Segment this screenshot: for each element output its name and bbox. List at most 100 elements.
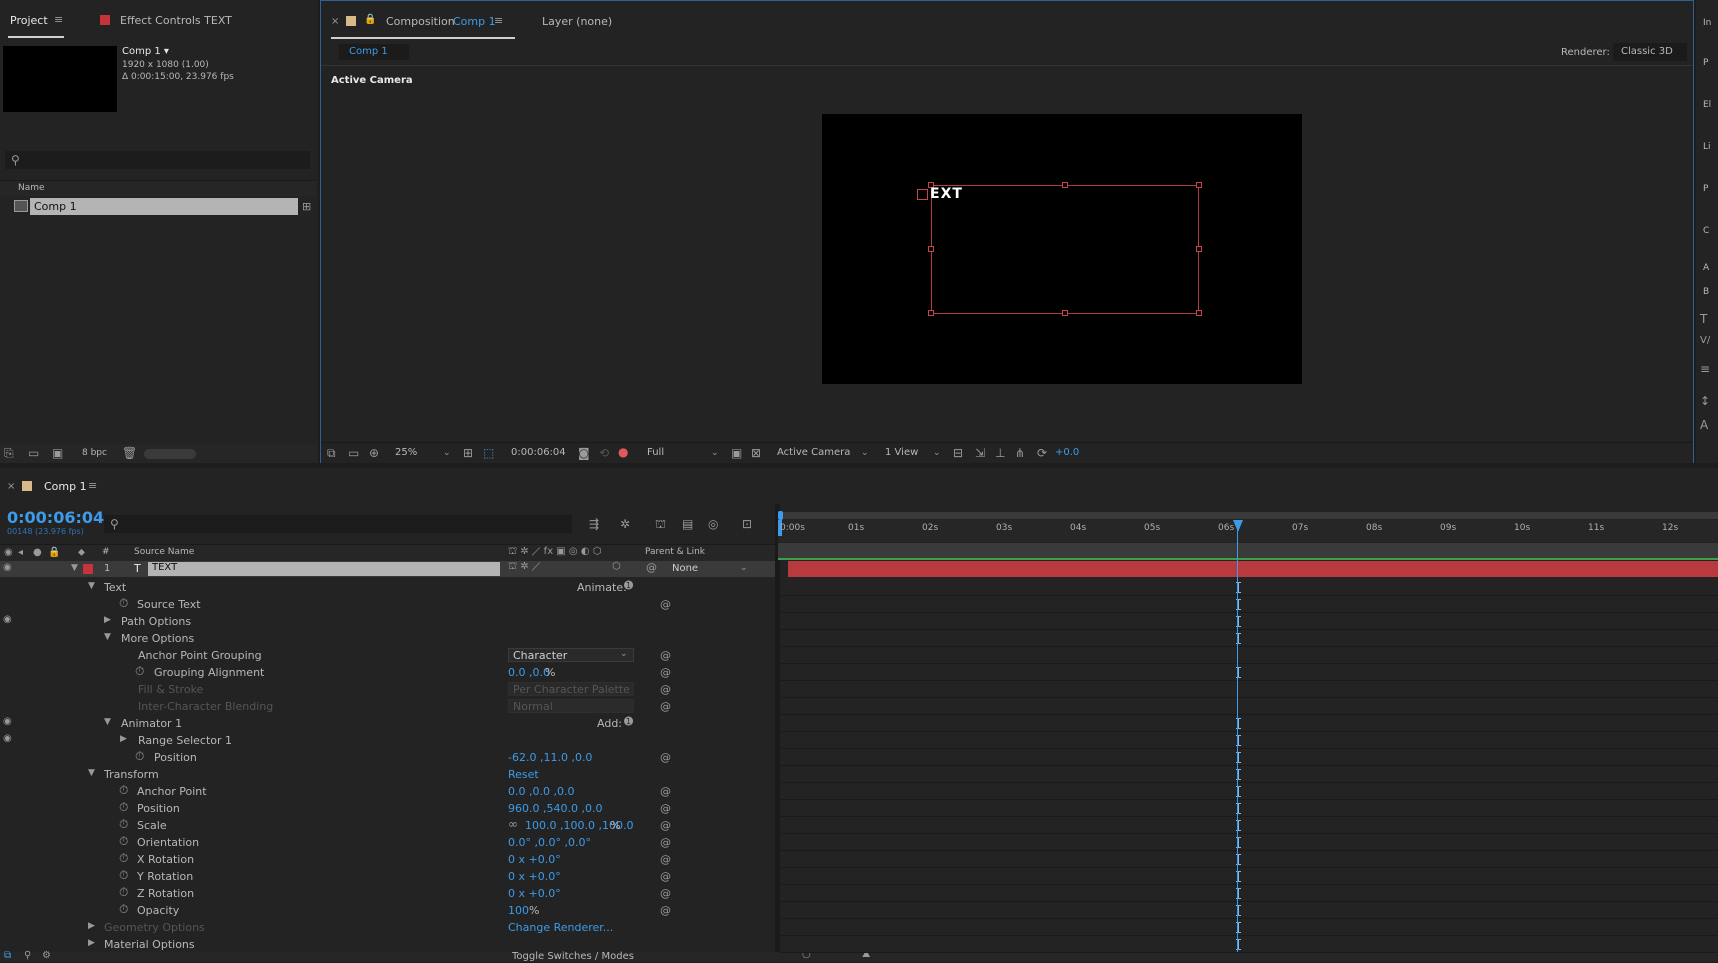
playhead-head[interactable] — [1233, 520, 1243, 532]
col-name[interactable]: Name — [18, 183, 45, 193]
bbox-handle[interactable] — [928, 310, 934, 316]
tab-effect-controls[interactable]: Effect Controls TEXT — [120, 14, 232, 27]
prop-row-range-selector[interactable]: ◉ ▶ Range Selector 1 — [0, 732, 775, 749]
region-icon[interactable]: ⬚ — [483, 446, 494, 460]
view-layout-dropdown[interactable]: 1 View — [885, 447, 918, 458]
time-navigator-bar[interactable] — [778, 511, 1718, 520]
flowchart-icon[interactable]: ⋔ — [1015, 446, 1025, 460]
chevron-down-icon[interactable]: ⌄ — [861, 446, 869, 460]
close-icon[interactable]: × — [331, 15, 339, 29]
comp-viewer-canvas[interactable]: EXT — [822, 114, 1302, 384]
label-tag-icon[interactable]: ⬥ — [78, 546, 85, 560]
toggle-switches-modes[interactable]: Toggle Switches / Modes — [512, 951, 634, 962]
prop-value[interactable]: 0 x +0.0° — [508, 851, 561, 868]
prop-row-text[interactable]: ▼ Text Animate: ➊ — [0, 579, 775, 596]
comp-flowchart-icon[interactable]: ⚲ — [24, 949, 31, 963]
prop-row-z-rotation[interactable]: ⏱ Z Rotation 0 x +0.0° @ — [0, 885, 775, 902]
solo-icon[interactable]: ● — [33, 546, 42, 560]
magnify-icon[interactable]: ⧉ — [327, 446, 336, 460]
stopwatch-icon[interactable]: ⏱ — [119, 783, 128, 797]
zoom-dropdown[interactable]: 25% — [395, 447, 417, 458]
camera-dropdown[interactable]: Active Camera — [777, 447, 850, 458]
time-ruler[interactable]: 0:00s 01s 02s 03s 04s 05s 06s 07s 08s 09… — [778, 520, 1718, 542]
menu-icon[interactable]: ≡ — [88, 479, 97, 493]
prop-value[interactable]: 0.0 ,0.0 — [508, 664, 550, 681]
add-circle-icon[interactable]: ➊ — [624, 579, 633, 593]
prop-row-animator[interactable]: ◉ ▼ Animator 1 Add: ➊ — [0, 715, 775, 732]
stopwatch-icon[interactable]: ⏱ — [135, 749, 144, 763]
prop-value[interactable]: 0 x +0.0° — [508, 868, 561, 885]
kerning-icon[interactable]: V/ — [1700, 334, 1710, 348]
animate-label[interactable]: Animate: — [577, 579, 627, 596]
anchor-square[interactable] — [917, 189, 928, 200]
bbox-handle[interactable] — [1062, 310, 1068, 316]
right-panel-label[interactable]: Li — [1703, 142, 1711, 152]
prop-row-fill-stroke[interactable]: Fill & Stroke Per Character Palette @ — [0, 681, 775, 698]
bpc-button[interactable]: 8 bpc — [82, 448, 107, 458]
expand-triangle-icon[interactable]: ▶ — [88, 936, 95, 950]
expand-triangle-icon[interactable]: ▼ — [104, 630, 111, 644]
pick-whip-icon[interactable]: @ — [660, 851, 671, 868]
resolution-dropdown[interactable]: Full — [647, 447, 664, 458]
render-time-icon[interactable]: ⚙ — [42, 949, 51, 963]
prop-value[interactable]: -62.0 ,11.0 ,0.0 — [508, 749, 592, 766]
monitor-icon[interactable]: ▭ — [348, 446, 359, 460]
text-bounding-box[interactable] — [931, 185, 1199, 314]
pick-whip-icon[interactable]: @ — [660, 834, 671, 851]
tab-timeline[interactable]: Comp 1 — [44, 480, 87, 493]
new-comp-icon[interactable]: ▣ — [52, 446, 63, 460]
prop-row-material-options[interactable]: ▶ Material Options — [0, 936, 775, 953]
stopwatch-icon[interactable]: ⏱ — [135, 664, 144, 678]
right-panel-label[interactable]: C — [1703, 226, 1709, 236]
draft-3d-icon[interactable]: ✲ — [620, 517, 630, 531]
eye-icon[interactable]: ◉ — [3, 715, 12, 729]
close-icon[interactable]: × — [7, 480, 15, 494]
eye-icon[interactable]: ◉ — [4, 546, 13, 560]
reset-exposure-icon[interactable]: ⟳ — [1037, 446, 1047, 460]
navigator-start-handle[interactable] — [778, 511, 783, 520]
prop-row-transform[interactable]: ▼ Transform Reset — [0, 766, 775, 783]
label-color-swatch[interactable] — [83, 564, 93, 574]
prop-row-inter-blending[interactable]: Inter-Character Blending Normal @ — [0, 698, 775, 715]
chevron-down-icon[interactable]: ⌄ — [620, 647, 628, 661]
layer-row-text[interactable]: ◉ ▼ 1 T TEXT ⛫ ✲ ⟋ ⬡ @ None ⌄ — [0, 561, 775, 577]
snapshot-icon[interactable]: ⟲ — [599, 446, 609, 460]
fast-preview-icon[interactable]: ⇲ — [975, 446, 985, 460]
shy-layers-icon[interactable]: ⛫ — [655, 517, 666, 531]
roi-icon[interactable]: ▣ — [731, 446, 742, 460]
expand-triangle-icon[interactable]: ▶ — [88, 919, 95, 933]
prop-row-geometry-options[interactable]: ▶ Geometry Options Change Renderer... — [0, 919, 775, 936]
stopwatch-icon[interactable]: ⏱ — [119, 596, 128, 610]
eye-icon[interactable]: ◉ — [3, 732, 12, 746]
mask-icon[interactable]: ⊕ — [369, 446, 379, 460]
comp-name[interactable]: Comp 1 ▾ — [122, 46, 169, 57]
add-label[interactable]: Add: — [597, 715, 622, 732]
camera-icon[interactable]: ◙ — [578, 446, 590, 460]
prop-row-y-rotation[interactable]: ⏱ Y Rotation 0 x +0.0° @ — [0, 868, 775, 885]
prop-row-source-text[interactable]: ⏱ Source Text @ — [0, 596, 775, 613]
layer-3d-switch-icon[interactable]: ⬡ — [612, 561, 621, 572]
eye-icon[interactable]: ◉ — [3, 613, 12, 627]
prop-row-position[interactable]: ⏱ Position 960.0 ,540.0 ,0.0 @ — [0, 800, 775, 817]
bbox-handle[interactable] — [1062, 182, 1068, 188]
col-parent-link[interactable]: Parent & Link — [645, 547, 705, 557]
prop-value[interactable]: 0 x +0.0° — [508, 885, 561, 902]
vertical-scale-icon[interactable]: ↕ — [1700, 394, 1710, 408]
anchor-grouping-dropdown[interactable]: Character — [508, 648, 634, 662]
chevron-down-icon[interactable]: ⌄ — [933, 446, 941, 460]
bbox-handle[interactable] — [928, 246, 934, 252]
stopwatch-icon[interactable]: ⏱ — [119, 817, 128, 831]
pick-whip-icon[interactable]: @ — [660, 800, 671, 817]
tab-composition-name[interactable]: Comp 1 — [453, 15, 496, 28]
pick-whip-icon[interactable]: @ — [660, 885, 671, 902]
trash-icon[interactable]: 🗑 — [122, 446, 137, 460]
comp-subtab[interactable]: Comp 1 — [339, 44, 409, 60]
inter-blending-dropdown[interactable]: Normal — [508, 699, 634, 713]
stopwatch-icon[interactable]: ⏱ — [119, 800, 128, 814]
tab-composition-label[interactable]: Composition — [386, 15, 455, 28]
lock-icon[interactable]: 🔒 — [364, 13, 376, 27]
stopwatch-icon[interactable]: ⏱ — [119, 851, 128, 865]
right-panel-label[interactable]: In — [1703, 18, 1711, 28]
change-renderer-link[interactable]: Change Renderer... — [508, 919, 613, 936]
eye-icon[interactable]: ◉ — [3, 561, 12, 575]
